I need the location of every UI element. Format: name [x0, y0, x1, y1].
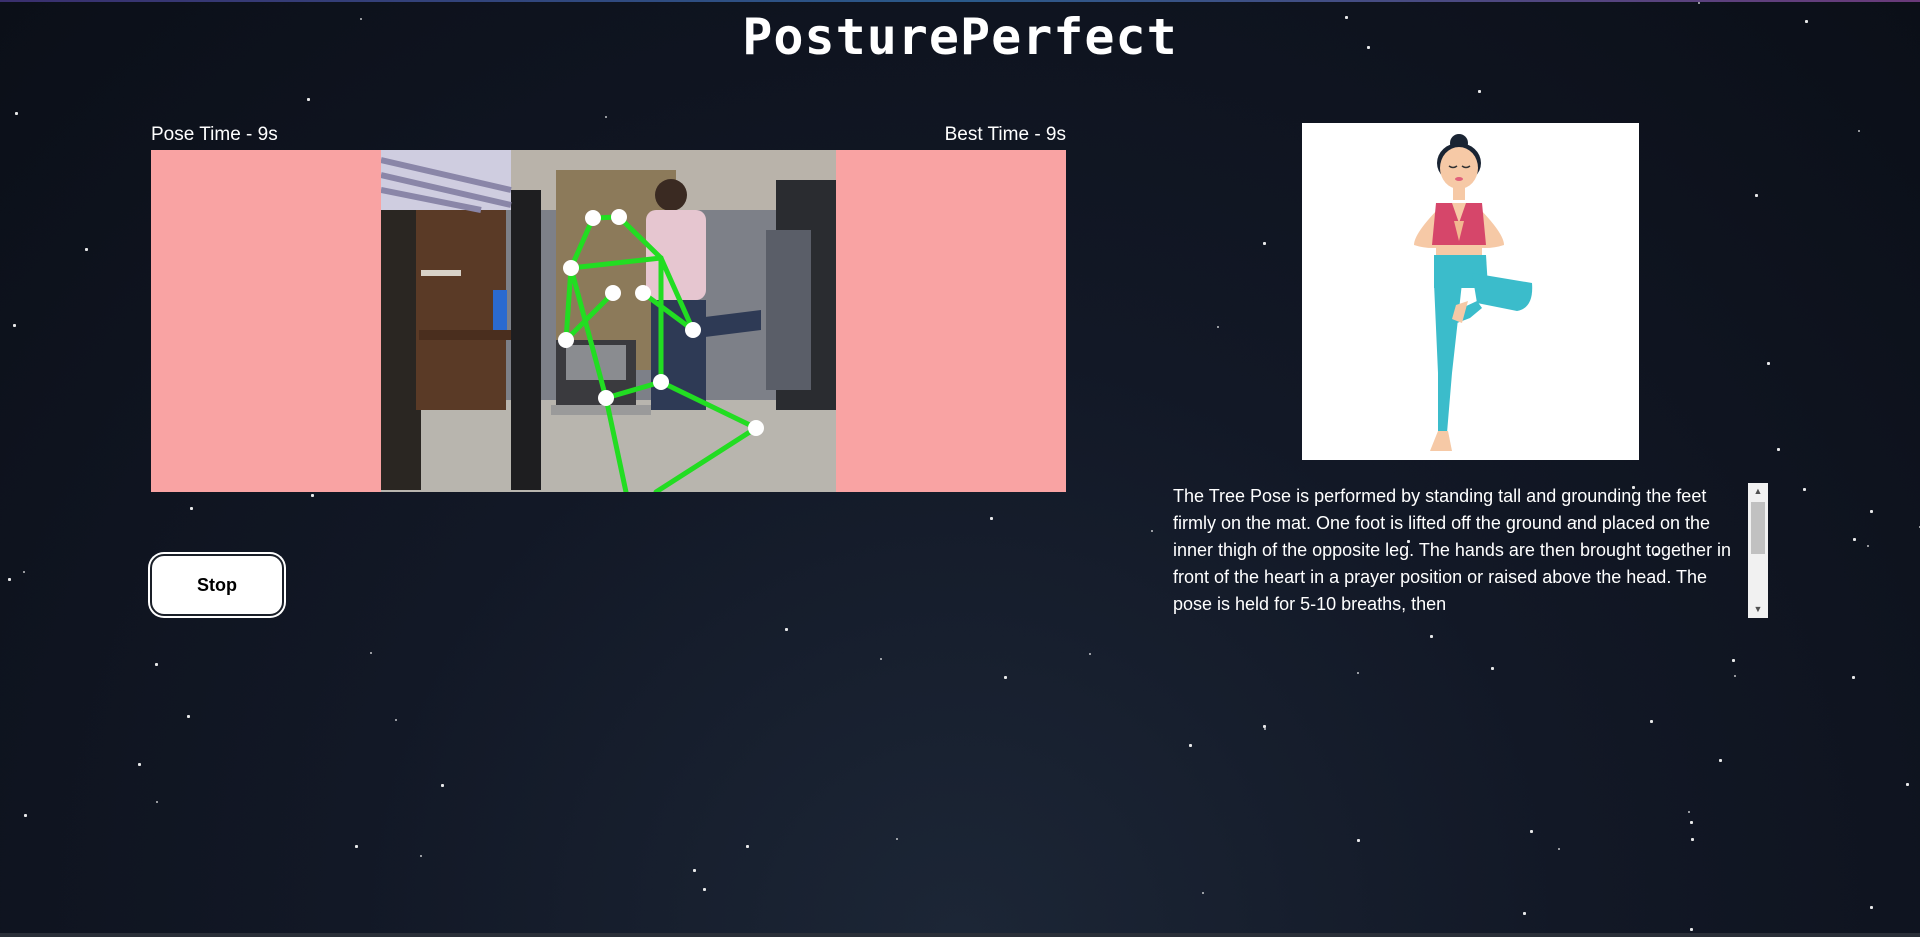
- star: [1719, 759, 1722, 762]
- star: [1263, 725, 1266, 728]
- star: [1491, 667, 1494, 670]
- star: [13, 324, 16, 327]
- stop-button[interactable]: Stop: [150, 554, 284, 616]
- star: [355, 845, 358, 848]
- star: [187, 715, 190, 718]
- pose-description: The Tree Pose is performed by standing t…: [1173, 486, 1732, 614]
- star: [190, 507, 193, 510]
- star: [1777, 448, 1780, 451]
- star: [1089, 653, 1091, 655]
- star: [1870, 906, 1873, 909]
- bottom-strip: [0, 933, 1920, 937]
- star: [1263, 242, 1266, 245]
- star: [1690, 821, 1693, 824]
- star: [1558, 848, 1560, 850]
- star: [1217, 326, 1219, 328]
- star: [1004, 676, 1007, 679]
- star: [1867, 545, 1869, 547]
- star: [1755, 194, 1758, 197]
- yoga-woman-icon: [1414, 134, 1533, 451]
- star: [896, 838, 898, 840]
- star: [311, 494, 314, 497]
- star: [1357, 839, 1360, 842]
- scroll-down-arrow-icon[interactable]: ▼: [1748, 601, 1768, 618]
- star: [1523, 912, 1526, 915]
- star: [370, 652, 372, 654]
- pose-description-box[interactable]: The Tree Pose is performed by standing t…: [1168, 483, 1768, 618]
- star: [1870, 510, 1873, 513]
- webcam-scene: [381, 150, 836, 492]
- star: [785, 628, 788, 631]
- star: [693, 869, 696, 872]
- star: [605, 116, 607, 118]
- star: [15, 112, 18, 115]
- star: [1852, 676, 1855, 679]
- description-scrollbar[interactable]: ▲ ▼: [1748, 483, 1768, 618]
- star: [1803, 488, 1806, 491]
- pose-time-label: Pose Time - 9s: [151, 124, 278, 145]
- star: [1732, 659, 1735, 662]
- star: [1858, 130, 1860, 132]
- star: [1853, 538, 1856, 541]
- star: [155, 663, 158, 666]
- tree-pose-illustration: [1302, 123, 1639, 460]
- star: [395, 719, 397, 721]
- webcam-feed: [381, 150, 836, 492]
- star: [24, 814, 27, 817]
- star: [990, 517, 993, 520]
- star: [23, 571, 25, 573]
- star: [1430, 635, 1433, 638]
- star: [1530, 830, 1533, 833]
- star: [1767, 362, 1770, 365]
- star: [1151, 530, 1153, 532]
- scroll-thumb[interactable]: [1751, 502, 1765, 554]
- app-title: PosturePerfect: [742, 8, 1178, 66]
- star: [880, 658, 882, 660]
- star: [156, 801, 158, 803]
- star: [1688, 811, 1690, 813]
- star: [420, 855, 422, 857]
- star: [1734, 675, 1736, 677]
- star: [1906, 783, 1909, 786]
- star: [1650, 720, 1653, 723]
- best-time-label: Best Time - 9s: [944, 124, 1066, 145]
- star: [1698, 2, 1700, 4]
- star: [1478, 90, 1481, 93]
- star: [1202, 892, 1204, 894]
- star: [1189, 744, 1192, 747]
- star: [8, 578, 11, 581]
- star: [703, 888, 706, 891]
- camera-panel: [151, 150, 1066, 492]
- star: [1690, 928, 1693, 931]
- star: [307, 98, 310, 101]
- star: [85, 248, 88, 251]
- star: [138, 763, 141, 766]
- scroll-up-arrow-icon[interactable]: ▲: [1748, 483, 1768, 500]
- star: [1264, 728, 1266, 730]
- star: [746, 845, 749, 848]
- star: [1357, 672, 1359, 674]
- star: [441, 784, 444, 787]
- star: [1691, 838, 1694, 841]
